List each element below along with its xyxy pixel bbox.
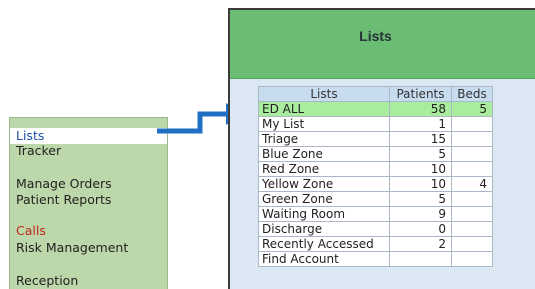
column-header-beds[interactable]: Beds: [451, 86, 493, 102]
table-row[interactable]: Find Account: [258, 251, 493, 267]
beds-count: [451, 236, 493, 252]
lists-table: Lists Patients Beds ED ALL 58 5 My List …: [258, 86, 493, 267]
patients-count: [389, 251, 452, 267]
table-row[interactable]: Yellow Zone 10 4: [258, 176, 493, 192]
patients-count: 15: [389, 131, 452, 147]
column-header-lists[interactable]: Lists: [258, 86, 390, 102]
patients-count: 0: [389, 221, 452, 237]
table-row[interactable]: ED ALL 58 5: [258, 101, 493, 117]
beds-count: 5: [451, 101, 493, 117]
table-row[interactable]: Triage 15: [258, 131, 493, 147]
patients-count: 10: [389, 161, 452, 177]
list-name[interactable]: Triage: [258, 131, 390, 147]
list-name[interactable]: ED ALL: [258, 101, 390, 117]
beds-count: [451, 131, 493, 147]
beds-count: [451, 161, 493, 177]
list-name[interactable]: My List: [258, 116, 390, 132]
table-row[interactable]: Discharge 0: [258, 221, 493, 237]
list-name[interactable]: Find Account: [258, 251, 390, 267]
beds-count: [451, 206, 493, 222]
beds-count: [451, 251, 493, 267]
beds-count: [451, 116, 493, 132]
column-header-patients[interactable]: Patients: [389, 86, 452, 102]
patients-count: 9: [389, 206, 452, 222]
patients-count: 10: [389, 176, 452, 192]
lists-panel: Lists Lists Patients Beds ED ALL 58 5 My…: [228, 8, 535, 289]
table-row[interactable]: Recently Accessed 2: [258, 236, 493, 252]
table-row[interactable]: Red Zone 10: [258, 161, 493, 177]
beds-count: [451, 191, 493, 207]
patients-count: 2: [389, 236, 452, 252]
table-row[interactable]: My List 1: [258, 116, 493, 132]
table-row[interactable]: Waiting Room 9: [258, 206, 493, 222]
table-row[interactable]: Blue Zone 5: [258, 146, 493, 162]
panel-header: Lists: [230, 10, 535, 79]
list-name[interactable]: Yellow Zone: [258, 176, 390, 192]
patients-count: 1: [389, 116, 452, 132]
list-name[interactable]: Blue Zone: [258, 146, 390, 162]
patients-count: 5: [389, 191, 452, 207]
beds-count: [451, 221, 493, 237]
panel-title: Lists: [359, 28, 392, 44]
list-name[interactable]: Green Zone: [258, 191, 390, 207]
table-header-row: Lists Patients Beds: [258, 86, 493, 102]
list-name[interactable]: Recently Accessed: [258, 236, 390, 252]
table-row[interactable]: Green Zone 5: [258, 191, 493, 207]
beds-count: 4: [451, 176, 493, 192]
list-name[interactable]: Red Zone: [258, 161, 390, 177]
list-name[interactable]: Waiting Room: [258, 206, 390, 222]
patients-count: 58: [389, 101, 452, 117]
beds-count: [451, 146, 493, 162]
list-name[interactable]: Discharge: [258, 221, 390, 237]
patients-count: 5: [389, 146, 452, 162]
